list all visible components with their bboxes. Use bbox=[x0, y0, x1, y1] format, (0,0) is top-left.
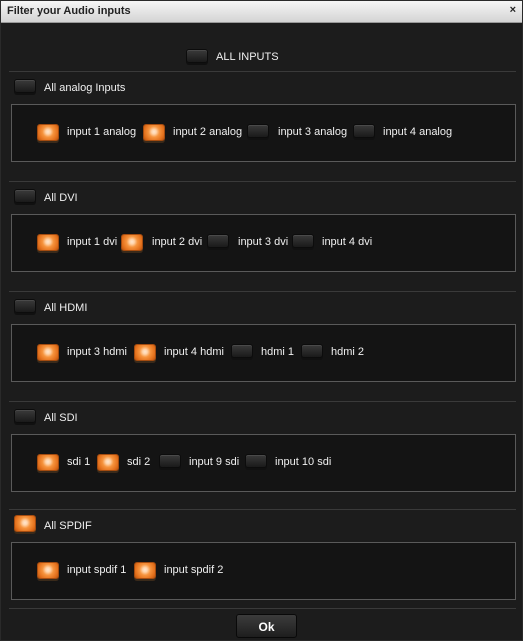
group-divider bbox=[9, 401, 516, 402]
group-toggle[interactable] bbox=[14, 515, 36, 532]
input-label: input 4 hdmi bbox=[164, 346, 224, 358]
input-label: input 9 sdi bbox=[189, 456, 240, 468]
dialog-titlebar: Filter your Audio inputs × bbox=[1, 1, 522, 23]
input-label: input 4 analog bbox=[383, 126, 453, 138]
input-label: input 3 dvi bbox=[238, 236, 289, 248]
group-toggle[interactable] bbox=[14, 79, 36, 93]
dialog-title: Filter your Audio inputs bbox=[7, 5, 131, 17]
input-label: input 10 sdi bbox=[275, 456, 332, 468]
input-toggle[interactable] bbox=[121, 234, 143, 251]
input-toggle[interactable] bbox=[37, 124, 59, 141]
group-label: All HDMI bbox=[44, 302, 88, 314]
input-label: hdmi 2 bbox=[331, 346, 365, 358]
ok-button[interactable]: Ok bbox=[236, 614, 297, 638]
input-toggle[interactable] bbox=[292, 234, 314, 248]
input-label: sdi 1 bbox=[67, 456, 91, 468]
footer-divider bbox=[9, 608, 516, 609]
group-toggle[interactable] bbox=[14, 409, 36, 423]
input-toggle[interactable] bbox=[143, 124, 165, 141]
input-toggle[interactable] bbox=[134, 344, 156, 361]
input-toggle[interactable] bbox=[159, 454, 181, 468]
input-label: input 1 analog bbox=[67, 126, 137, 138]
group-divider bbox=[9, 509, 516, 510]
input-label: input 2 dvi bbox=[152, 236, 203, 248]
input-label: input 4 dvi bbox=[322, 236, 373, 248]
input-toggle[interactable] bbox=[97, 454, 119, 471]
input-label: hdmi 1 bbox=[261, 346, 295, 358]
group-divider bbox=[9, 291, 516, 292]
input-toggle[interactable] bbox=[37, 454, 59, 471]
input-label: sdi 2 bbox=[127, 456, 151, 468]
group-divider bbox=[9, 71, 516, 72]
input-toggle[interactable] bbox=[247, 124, 269, 138]
group-label: All SPDIF bbox=[44, 520, 92, 532]
group-label: All DVI bbox=[44, 192, 78, 204]
filter-audio-dialog: Filter your Audio inputs × ALL INPUTS Al… bbox=[0, 0, 523, 641]
input-toggle[interactable] bbox=[301, 344, 323, 358]
input-toggle[interactable] bbox=[207, 234, 229, 248]
group-label: All SDI bbox=[44, 412, 78, 424]
input-label: input spdif 2 bbox=[164, 564, 224, 576]
group-toggle[interactable] bbox=[14, 299, 36, 313]
close-icon[interactable]: × bbox=[510, 4, 516, 16]
input-toggle[interactable] bbox=[134, 562, 156, 579]
all-inputs-toggle[interactable] bbox=[186, 49, 208, 63]
input-toggle[interactable] bbox=[353, 124, 375, 138]
input-label: input spdif 1 bbox=[67, 564, 127, 576]
input-label: input 1 dvi bbox=[67, 236, 118, 248]
input-toggle[interactable] bbox=[37, 234, 59, 251]
group-label: All analog Inputs bbox=[44, 82, 126, 94]
input-label: input 3 analog bbox=[278, 126, 348, 138]
input-label: input 2 analog bbox=[173, 126, 243, 138]
group-toggle[interactable] bbox=[14, 189, 36, 203]
all-inputs-label: ALL INPUTS bbox=[216, 51, 279, 63]
input-toggle[interactable] bbox=[37, 562, 59, 579]
input-toggle[interactable] bbox=[37, 344, 59, 361]
input-toggle[interactable] bbox=[245, 454, 267, 468]
group-divider bbox=[9, 181, 516, 182]
input-label: input 3 hdmi bbox=[67, 346, 127, 358]
input-toggle[interactable] bbox=[231, 344, 253, 358]
